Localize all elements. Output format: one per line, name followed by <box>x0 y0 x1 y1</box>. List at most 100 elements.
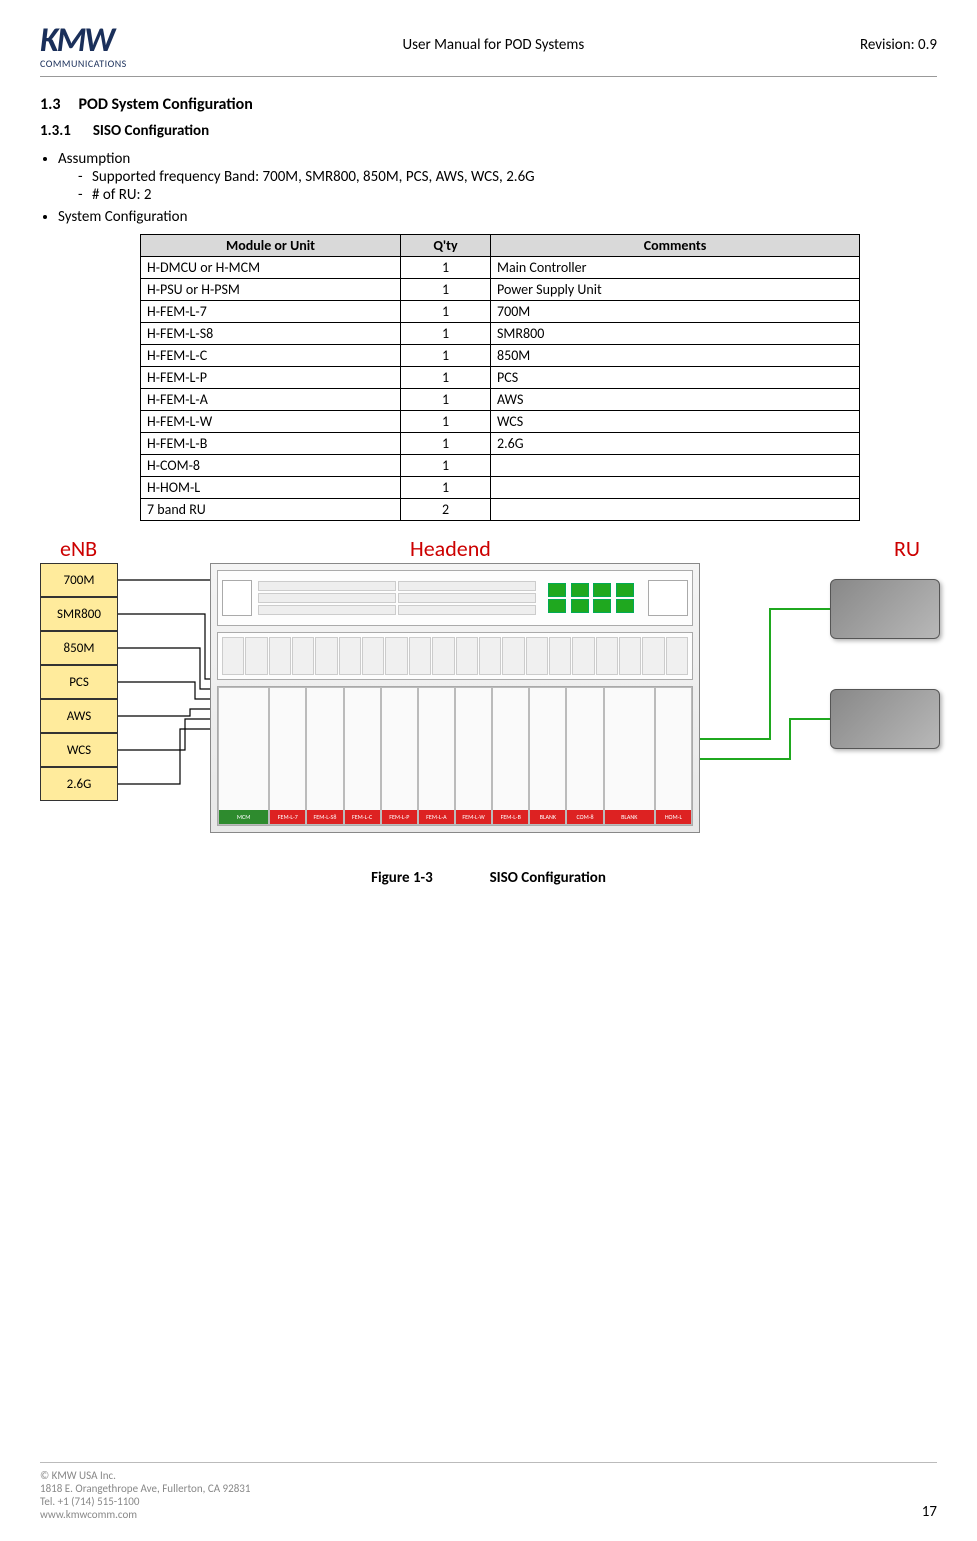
module-body <box>493 688 528 810</box>
page-number: 17 <box>922 1503 937 1521</box>
table-row: H-DMCU or H-MCM1Main Controller <box>141 257 860 279</box>
table-row: H-FEM-L-A1AWS <box>141 389 860 411</box>
cell-qty: 1 <box>401 257 491 279</box>
page-header: KMW COMMUNICATIONS User Manual for POD S… <box>40 20 937 77</box>
sublist-item-ru: -# of RU: 2 <box>78 186 937 204</box>
diagram-label-headend: Headend <box>410 535 491 562</box>
enb-band-box: PCS <box>40 665 118 699</box>
module-column: FEM-L-A <box>418 687 455 825</box>
module-body <box>605 688 654 810</box>
table-row: H-FEM-L-B12.6G <box>141 433 860 455</box>
psu-slot <box>222 580 252 616</box>
table-row: H-FEM-L-71700M <box>141 301 860 323</box>
module-column: MCM <box>218 687 269 825</box>
footer-tel: Tel. +1 (714) 515-1100 <box>40 1495 250 1508</box>
footer-info: © KMW USA Inc. 1818 E. Orangethrope Ave,… <box>40 1469 250 1521</box>
cell-qty: 2 <box>401 499 491 521</box>
module-body <box>419 688 454 810</box>
cell-qty: 1 <box>401 477 491 499</box>
module-column: FEM-L-B <box>492 687 529 825</box>
module-body <box>345 688 380 810</box>
cell-comment: 2.6G <box>491 433 860 455</box>
module-body <box>456 688 491 810</box>
cell-qty: 1 <box>401 433 491 455</box>
siso-diagram: eNB Headend RU 700MSMR800850MPCSAWSWCS2.… <box>40 539 940 859</box>
module-body <box>270 688 305 810</box>
shelf-bottom: MCMFEM-L-7FEM-L-S8FEM-L-CFEM-L-PFEM-L-AF… <box>217 686 693 826</box>
enb-band-box: 2.6G <box>40 767 118 801</box>
table-row: H-FEM-L-P1PCS <box>141 367 860 389</box>
logo: KMW COMMUNICATIONS <box>40 20 127 70</box>
cell-qty: 1 <box>401 323 491 345</box>
table-row: H-COM-81 <box>141 455 860 477</box>
cell-module: H-HOM-L <box>141 477 401 499</box>
section-heading-1-3: 1.3POD System Configuration <box>40 95 937 114</box>
cell-qty: 1 <box>401 455 491 477</box>
section-heading-1-3-1: 1.3.1SISO Configuration <box>40 122 937 140</box>
bullet-system-config: System Configuration <box>58 208 937 226</box>
bullet-text: Assumption <box>58 150 130 168</box>
module-label: FEM-L-B <box>493 810 528 824</box>
enb-band-box: SMR800 <box>40 597 118 631</box>
cell-module: H-FEM-L-7 <box>141 301 401 323</box>
table-row: H-FEM-L-C1850M <box>141 345 860 367</box>
table-row: 7 band RU2 <box>141 499 860 521</box>
module-column: BLANK <box>604 687 655 825</box>
module-column: FEM-L-P <box>381 687 418 825</box>
module-label: FEM-L-S8 <box>307 810 342 824</box>
module-body <box>656 688 691 810</box>
ru-stack <box>830 579 940 749</box>
module-label: HOM-L <box>656 810 691 824</box>
cell-module: H-FEM-L-C <box>141 345 401 367</box>
enb-band-box: 700M <box>40 563 118 597</box>
module-label: FEM-L-P <box>382 810 417 824</box>
cell-comment <box>491 455 860 477</box>
bullet-list: Assumption -Supported frequency Band: 70… <box>58 150 937 226</box>
footer-copyright: © KMW USA Inc. <box>40 1469 250 1482</box>
module-body <box>219 688 268 810</box>
revision-label: Revision: 0.9 <box>860 36 937 54</box>
cell-qty: 1 <box>401 301 491 323</box>
bullet-assumption: Assumption -Supported frequency Band: 70… <box>58 150 937 204</box>
cell-comment: 700M <box>491 301 860 323</box>
sublist-item-bands: -Supported frequency Band: 700M, SMR800,… <box>78 168 937 186</box>
slot-row <box>218 633 692 679</box>
config-table: Module or Unit Q'ty Comments H-DMCU or H… <box>140 234 860 521</box>
cell-module: H-FEM-L-S8 <box>141 323 401 345</box>
table-row: H-HOM-L1 <box>141 477 860 499</box>
th-qty: Q'ty <box>401 235 491 257</box>
cell-comment <box>491 499 860 521</box>
module-body <box>382 688 417 810</box>
cell-qty: 1 <box>401 411 491 433</box>
module-column: BLANK <box>529 687 566 825</box>
cell-module: H-FEM-L-B <box>141 433 401 455</box>
th-comments: Comments <box>491 235 860 257</box>
th-module: Module or Unit <box>141 235 401 257</box>
module-column: FEM-L-7 <box>269 687 306 825</box>
module-body <box>567 688 602 810</box>
ru-unit-2 <box>830 689 940 749</box>
headend-chassis: MCMFEM-L-7FEM-L-S8FEM-L-CFEM-L-PFEM-L-AF… <box>210 563 700 833</box>
figure-caption: Figure 1-3 SISO Configuration <box>40 869 937 887</box>
cell-qty: 1 <box>401 279 491 301</box>
page-footer: © KMW USA Inc. 1818 E. Orangethrope Ave,… <box>40 1462 937 1521</box>
module-label: FEM-L-W <box>456 810 491 824</box>
cell-comment: WCS <box>491 411 860 433</box>
figure-title: SISO Configuration <box>490 869 606 887</box>
module-label: BLANK <box>605 810 654 824</box>
doc-title: User Manual for POD Systems <box>127 36 860 54</box>
cell-module: H-FEM-L-W <box>141 411 401 433</box>
section-title: POD System Configuration <box>79 95 253 114</box>
module-label: MCM <box>219 810 268 824</box>
module-label: FEM-L-A <box>419 810 454 824</box>
module-label: FEM-L-7 <box>270 810 305 824</box>
module-label: COM-8 <box>567 810 602 824</box>
logo-subtext: COMMUNICATIONS <box>40 57 127 70</box>
diagram-label-enb: eNB <box>60 535 97 562</box>
module-column: FEM-L-W <box>455 687 492 825</box>
subsection-title: SISO Configuration <box>93 122 209 140</box>
module-body <box>307 688 342 810</box>
module-column: FEM-L-C <box>344 687 381 825</box>
module-label: BLANK <box>530 810 565 824</box>
bullet-text: System Configuration <box>58 208 187 226</box>
